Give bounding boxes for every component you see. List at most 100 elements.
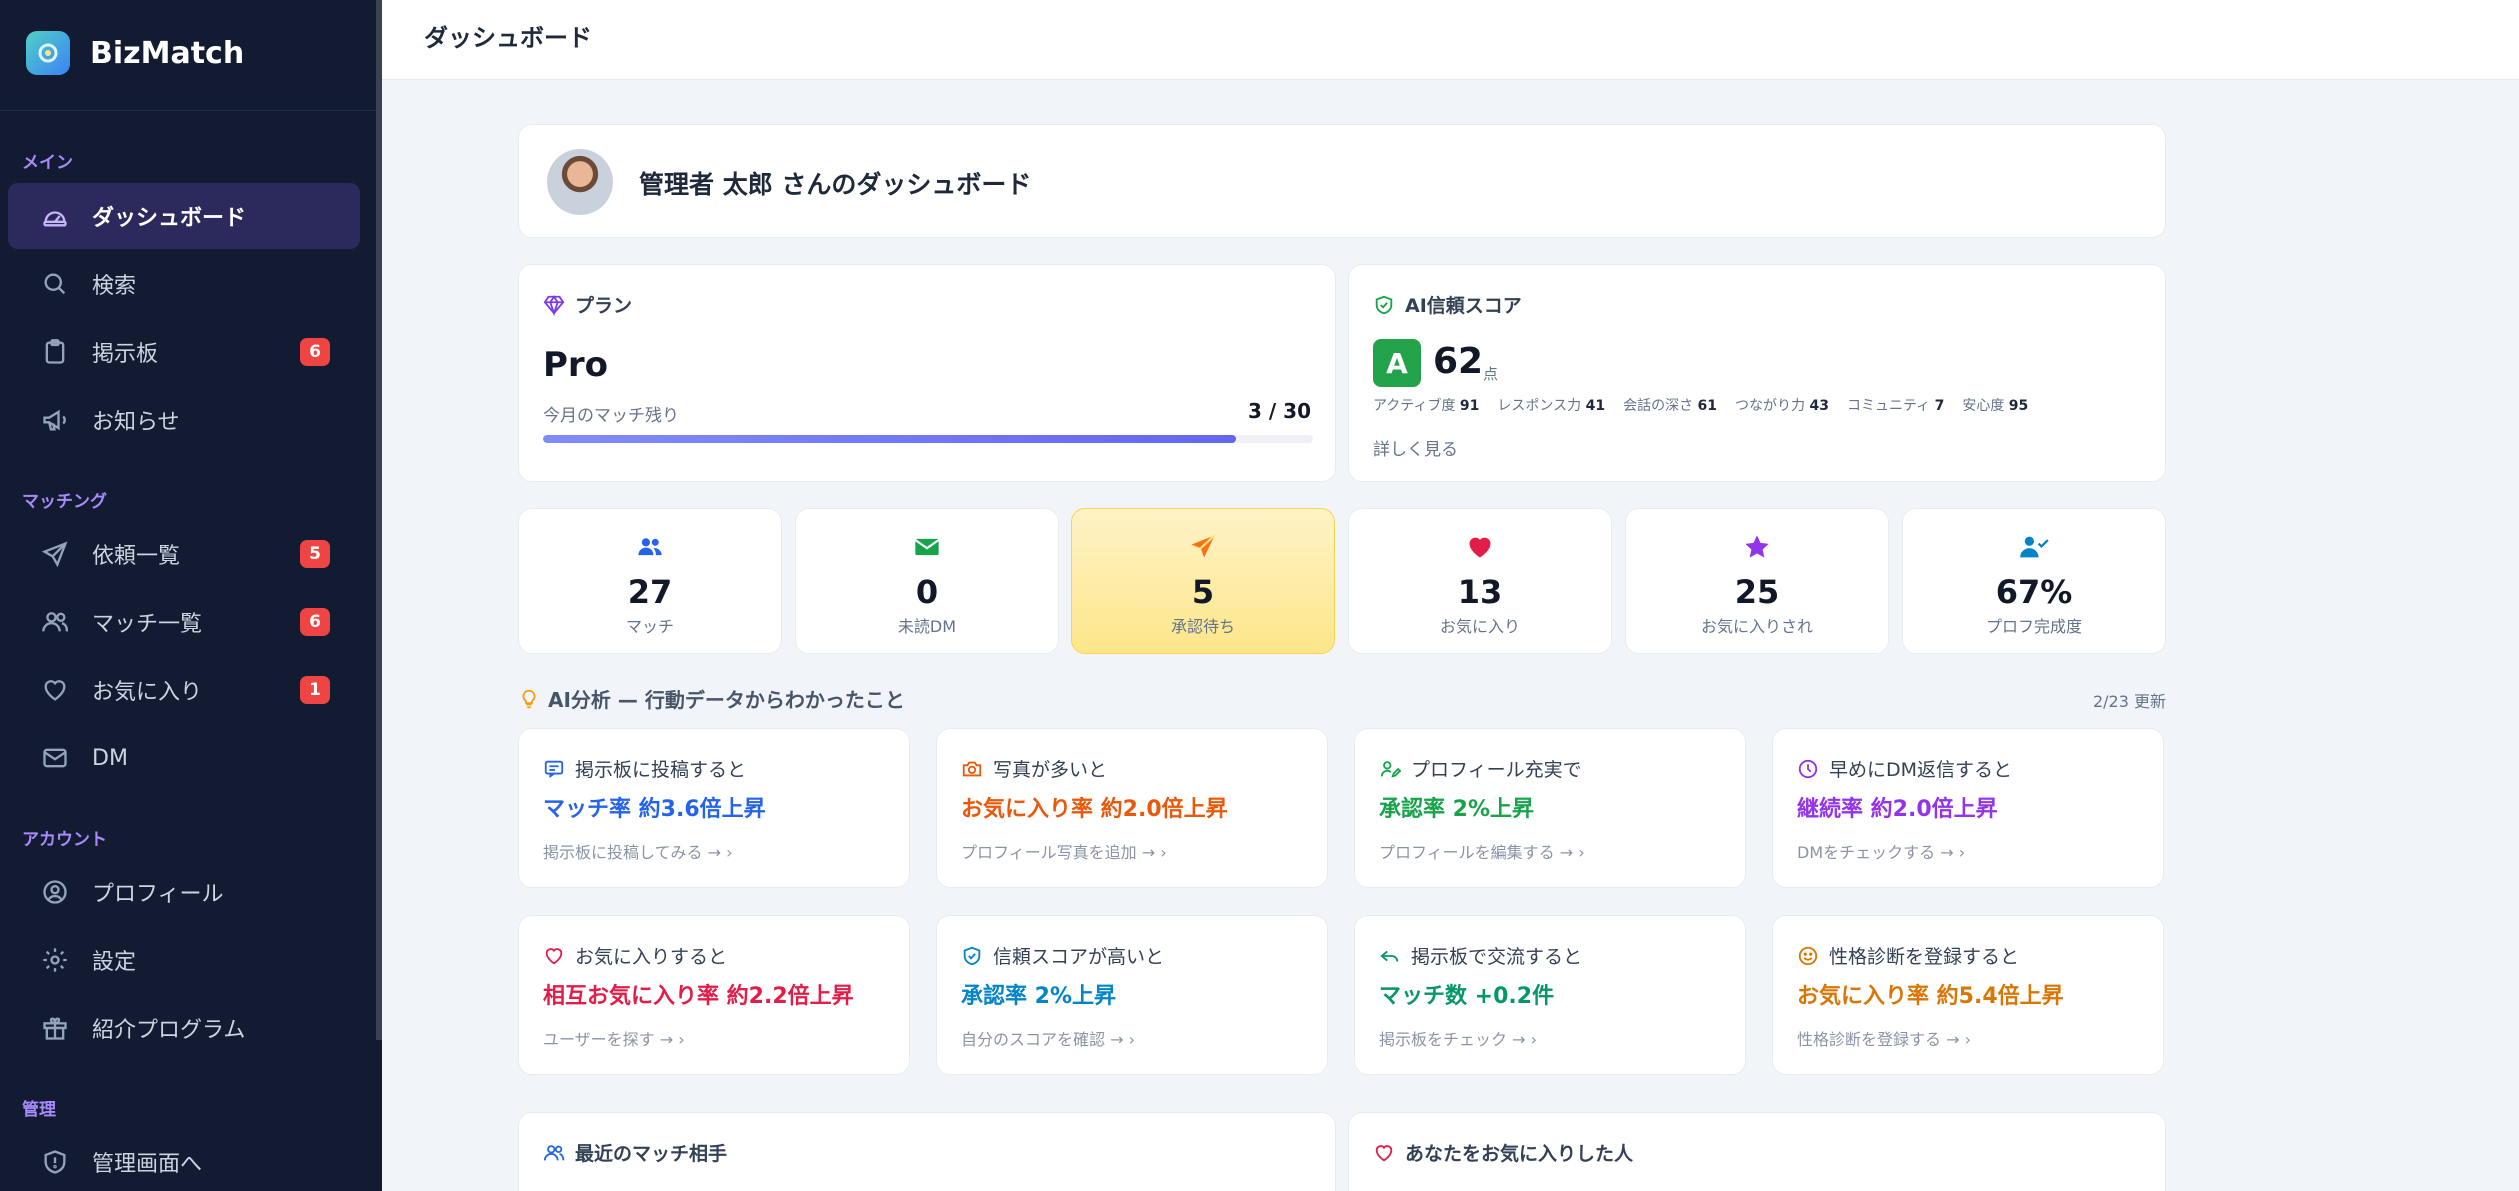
insight-title-text: プロフィール充実で [1411,759,1582,781]
insight-result: 承認率 2%上昇 [1379,797,1535,822]
insight-title: 性格診断を登録すると [1797,942,2019,969]
ai-analysis-heading: AI分析 — 行動データからわかったこと [518,684,905,713]
score-unit: 点 [1483,365,1499,383]
favorited-by-card: あなたをお気に入りした人 [1348,1112,2166,1191]
grade-badge: A [1373,339,1421,387]
recent-matches-card: 最近のマッチ相手 [518,1112,1336,1191]
stat-card-unread-dm[interactable]: 0 未読DM [795,508,1059,654]
favorited-by-heading: あなたをお気に入りした人 [1373,1139,1633,1166]
stat-card-pending[interactable]: 5 承認待ち [1071,508,1335,654]
clock-icon [1798,759,1818,778]
clipboard-icon [38,335,72,369]
match-remaining-value: 3 / 30 [1248,399,1311,423]
stat-value: 27 [627,573,673,611]
insight-link[interactable]: プロフィールを編集する → › [1379,839,1585,863]
brand[interactable]: BizMatch [26,30,244,76]
insight-link[interactable]: 掲示板をチェック → › [1379,1026,1537,1050]
insight-card[interactable]: 信頼スコアが高いと 承認率 2%上昇 自分のスコアを確認 → › [936,915,1328,1075]
app-name: BizMatch [90,35,245,71]
stat-label: 未読DM [897,617,957,636]
insight-result: 継続率 約2.0倍上昇 [1797,797,1998,822]
shield-check-icon [963,946,981,965]
sidebar-item-label: マッチ一覧 [92,612,203,637]
logo-icon [26,31,70,75]
insight-title: 掲示板で交流すると [1379,942,1582,969]
sidebar-item-search[interactable]: 検索 [8,251,360,317]
mail-icon [38,741,72,775]
sidebar-item-label: DM [92,745,128,771]
sidebar-item-label: お知らせ [92,410,180,435]
insight-card[interactable]: 掲示板で交流すると マッチ数 +0.2件 掲示板をチェック → › [1354,915,1746,1075]
insight-result: マッチ数 +0.2件 [1379,984,1555,1009]
insight-card[interactable]: 掲示板に投稿すると マッチ率 約3.6倍上昇 掲示板に投稿してみる → › [518,728,910,888]
favorited-by-title: あなたをお気に入りした人 [1405,1143,1634,1165]
sidebar-item-news[interactable]: お知らせ [8,387,360,453]
sidebar-item-label: 掲示板 [92,342,159,367]
trust-score: 62 [1433,341,1484,382]
sidebar-item-label: 依頼一覧 [92,544,181,569]
sidebar-item-favorites[interactable]: お気に入り 1 [8,657,360,723]
stat-value: 25 [1734,573,1780,611]
insight-title-text: お気に入りすると [575,946,728,968]
badge-count: 6 [300,608,330,636]
section-label-main: メイン [22,153,73,173]
sidebar-item-admin[interactable]: 管理画面へ [8,1129,360,1191]
insight-card[interactable]: 写真が多いと お気に入り率 約2.0倍上昇 プロフィール写真を追加 → › [936,728,1328,888]
progress-fill [543,435,1236,443]
insight-link[interactable]: プロフィール写真を追加 → › [961,839,1167,863]
insight-title-text: 掲示板で交流すると [1411,946,1583,968]
send-icon [38,537,72,571]
sidebar-item-dashboard[interactable]: ダッシュボード [8,183,360,249]
recent-matches-heading: 最近のマッチ相手 [543,1139,727,1166]
insight-link[interactable]: ユーザーを探す → › [543,1026,685,1050]
gift-icon [38,1011,72,1045]
welcome-text: 管理者 太郎 さんのダッシュボード [639,170,1032,199]
insight-title: 早めにDM返信すると [1797,755,2012,782]
insight-card[interactable]: 早めにDM返信すると 継続率 約2.0倍上昇 DMをチェックする → › [1772,728,2164,888]
stat-value: 13 [1457,573,1503,611]
divider [0,110,376,111]
users-icon [38,605,72,639]
stat-card-favorites[interactable]: 13 お気に入り [1348,508,1612,654]
shield-icon [38,1145,72,1179]
sidebar-item-profile[interactable]: プロフィール [8,859,360,925]
sidebar-item-board[interactable]: 掲示板 6 [8,319,360,385]
avatar[interactable] [547,149,613,215]
insight-result: 承認率 2%上昇 [961,984,1117,1009]
insight-title: 信頼スコアが高いと [961,942,1164,969]
stat-card-profile-completion[interactable]: 67% プロフ完成度 [1902,508,2166,654]
trust-heading-label: AI信頼スコア [1405,295,1522,317]
insight-title: 写真が多いと [961,755,1107,782]
trust-details-link[interactable]: 詳しく見る [1373,435,1458,460]
stat-label: マッチ [625,617,674,636]
insight-card[interactable]: プロフィール充実で 承認率 2%上昇 プロフィールを編集する → › [1354,728,1746,888]
insight-link[interactable]: 性格診断を登録する → › [1797,1026,1971,1050]
sidebar-item-referral[interactable]: 紹介プログラム [8,995,360,1061]
sidebar-item-requests[interactable]: 依頼一覧 5 [8,521,360,587]
lightbulb-icon [522,689,536,708]
insight-link[interactable]: 掲示板に投稿してみる → › [543,839,733,863]
stat-label: お気に入り [1439,617,1520,636]
insight-title-text: 性格診断を登録すると [1829,946,2020,968]
insight-card[interactable]: お気に入りすると 相互お気に入り率 約2.2倍上昇 ユーザーを探す → › [518,915,910,1075]
sidebar-item-label: 検索 [92,274,137,299]
star-icon [1626,533,1888,561]
sidebar-item-dm[interactable]: DM [8,725,360,791]
insight-card[interactable]: 性格診断を登録すると お気に入り率 約5.4倍上昇 性格診断を登録する → › [1772,915,2164,1075]
score-metrics: アクティブ度 91 レスポンス力 41 会話の深さ 61 つながり力 43 コミ… [1373,395,2046,415]
sidebar-item-matches[interactable]: マッチ一覧 6 [8,589,360,655]
sidebar-scrollbar[interactable] [376,0,382,1040]
badge-count: 1 [300,676,330,704]
stat-card-favorited-by[interactable]: 25 お気に入りされ [1625,508,1889,654]
insight-title: 掲示板に投稿すると [543,755,746,782]
metric: つながり力 43 [1735,398,1829,414]
users-icon [519,533,781,561]
stat-card-matches[interactable]: 27 マッチ [518,508,782,654]
insight-link[interactable]: 自分のスコアを確認 → › [961,1026,1135,1050]
trust-score-card: AI信頼スコア A 62 点 アクティブ度 91 レスポンス力 41 会話の深さ… [1348,264,2166,482]
metric: レスポンス力 41 [1497,398,1606,414]
sidebar-item-settings[interactable]: 設定 [8,927,360,993]
sidebar-item-label: お気に入り [92,680,203,705]
insight-link[interactable]: DMをチェックする → › [1797,839,1965,863]
mail-icon [796,533,1058,561]
